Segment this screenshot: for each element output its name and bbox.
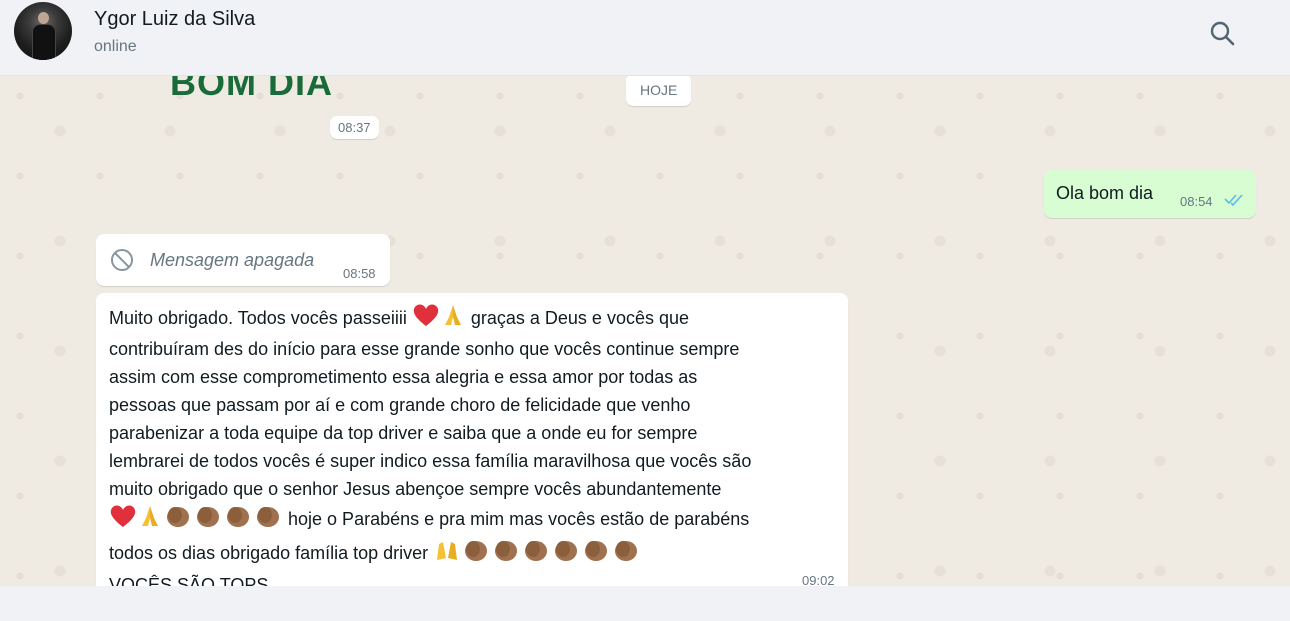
outgoing-message-text: Ola bom dia bbox=[1056, 183, 1154, 203]
contact-status: online bbox=[94, 38, 137, 55]
message-line-3: assim com esse comprometimento essa aleg… bbox=[109, 367, 698, 387]
clap-emoji bbox=[581, 537, 611, 571]
search-button[interactable] bbox=[1206, 18, 1240, 52]
message-line-1a: Muito obrigado. Todos vocês passeiiii bbox=[109, 307, 407, 328]
clap-emoji bbox=[193, 503, 223, 537]
image-banner-text: BOM DIA bbox=[170, 76, 333, 103]
deleted-message-time: 08:58 bbox=[343, 266, 376, 281]
message-line-4: pessoas que passam por aí e com grande c… bbox=[109, 395, 691, 415]
clap-emoji bbox=[611, 537, 641, 571]
avatar[interactable] bbox=[14, 2, 72, 60]
message-line-9a: todos os dias obrigado família top drive… bbox=[109, 542, 429, 563]
avatar-figure-body bbox=[32, 24, 56, 60]
message-line-7: muito obrigado que o senhor Jesus abenço… bbox=[109, 479, 722, 499]
clap-emoji bbox=[551, 537, 581, 571]
contact-name[interactable]: Ygor Luiz da Silva bbox=[94, 8, 255, 31]
long-message-body: Muito obrigado. Todos vocês passeiiii gr… bbox=[109, 303, 751, 586]
message-line-6: lembrarei de todos vocês é super indico … bbox=[109, 451, 752, 471]
deleted-icon bbox=[111, 249, 133, 271]
outgoing-message-time: 08:54 bbox=[1180, 194, 1213, 209]
clap-emoji bbox=[461, 537, 491, 571]
deleted-message[interactable]: Mensagem apagada 08:58 bbox=[96, 234, 390, 286]
clap-emoji bbox=[253, 503, 283, 537]
double-check-icon bbox=[1224, 194, 1243, 206]
message-list[interactable]: BOM DIA 08:37 HOJE Ola bom dia 08:54 Men… bbox=[0, 76, 1290, 586]
heart-emoji bbox=[109, 504, 137, 536]
message-line-8: hoje o Parabéns e pra mim mas vocês estã… bbox=[109, 503, 751, 537]
chat-header: Ygor Luiz da Silva online bbox=[0, 0, 1290, 76]
search-icon bbox=[1210, 21, 1235, 46]
date-chip: HOJE bbox=[626, 76, 692, 106]
pray-emoji bbox=[440, 303, 466, 335]
message-line-1: Muito obrigado. Todos vocês passeiiii gr… bbox=[109, 303, 751, 335]
clap-emoji bbox=[163, 503, 193, 537]
message-line-1b: graças a Deus e vocês que bbox=[470, 307, 690, 328]
message-line-8a: hoje o Parabéns e pra mim mas vocês estã… bbox=[288, 508, 750, 529]
message-line-5: parabenizar a toda equipe da top driver … bbox=[109, 423, 698, 443]
clap-emoji bbox=[223, 503, 253, 537]
message-line-10: VOCÊS SÃO TOPS bbox=[109, 575, 269, 586]
pray-emoji bbox=[137, 504, 163, 536]
clap-emoji bbox=[491, 537, 521, 571]
message-line-9: todos os dias obrigado família top drive… bbox=[109, 537, 751, 571]
outgoing-message[interactable]: Ola bom dia 08:54 bbox=[1044, 170, 1256, 218]
raised-hands-emoji bbox=[433, 538, 461, 570]
deleted-message-text: Mensagem apagada bbox=[150, 250, 315, 270]
long-message-time: 09:02 bbox=[802, 573, 835, 586]
message-line-2: contribuíram des do início para esse gra… bbox=[109, 339, 740, 359]
heart-emoji bbox=[412, 303, 440, 335]
clap-emoji bbox=[521, 537, 551, 571]
avatar-figure-head bbox=[38, 12, 49, 24]
long-incoming-message[interactable]: Muito obrigado. Todos vocês passeiiii gr… bbox=[96, 293, 848, 586]
composer-area bbox=[0, 586, 1290, 621]
image-message-time: 08:37 bbox=[330, 116, 379, 139]
